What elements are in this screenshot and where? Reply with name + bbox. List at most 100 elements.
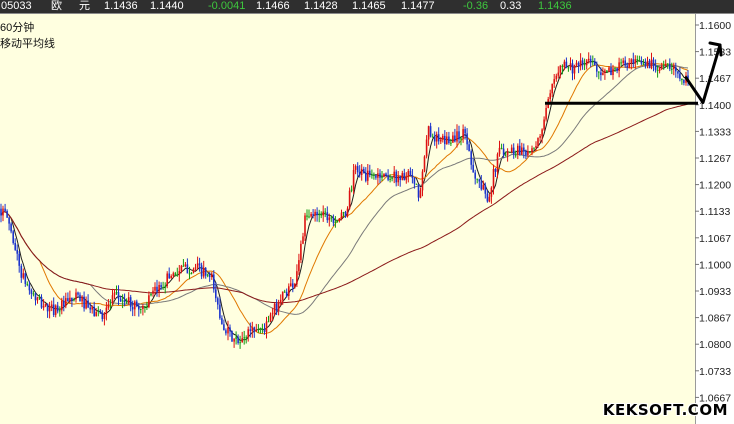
candle-body xyxy=(34,293,37,301)
candle-body xyxy=(223,324,225,331)
candle-body xyxy=(322,211,324,216)
candle xyxy=(231,330,233,342)
quote-bar: 05033 欧 元 1.1436 1.1440 -0.0041 1.1466 1… xyxy=(0,0,734,14)
watermark: KEKSOFT.COM xyxy=(602,401,728,419)
candle-body xyxy=(63,300,65,307)
candle-body xyxy=(281,291,284,300)
quote-value-8: 0.33 xyxy=(500,0,522,12)
candle-body xyxy=(435,134,438,142)
candle-body xyxy=(512,147,515,155)
candle-body xyxy=(375,175,377,178)
candle-body xyxy=(681,78,683,80)
candle-body xyxy=(464,129,466,134)
candle-body xyxy=(338,218,341,221)
candle-body xyxy=(468,144,470,152)
candle-body xyxy=(389,178,391,180)
candle-body xyxy=(306,215,308,217)
candle-body xyxy=(589,58,592,62)
candle-body xyxy=(107,304,110,308)
candle-body xyxy=(269,314,272,322)
candle-body xyxy=(140,309,142,310)
candle-body xyxy=(555,75,558,80)
candle-body xyxy=(211,274,213,277)
candle-body xyxy=(215,289,217,299)
candle-body xyxy=(249,329,252,331)
candle-body xyxy=(650,59,653,69)
candle-body xyxy=(182,265,185,267)
candle-body xyxy=(482,184,485,190)
candle-body xyxy=(213,274,215,290)
candle-body xyxy=(243,337,245,339)
candle-body xyxy=(164,285,166,288)
candle-body xyxy=(508,151,511,153)
candle-body xyxy=(54,305,57,315)
candle-body xyxy=(174,273,177,275)
candle-body xyxy=(466,133,468,145)
candle-body xyxy=(350,189,353,191)
candle-body xyxy=(450,142,452,144)
candle-body xyxy=(640,61,643,64)
candle xyxy=(423,155,426,173)
candle-body xyxy=(32,293,35,295)
candle-body xyxy=(38,297,41,298)
candle-body xyxy=(142,306,144,309)
candle-body xyxy=(105,307,108,315)
candle-body xyxy=(310,214,312,217)
candle-body xyxy=(431,136,434,138)
y-tick-label: 1.0733 xyxy=(699,366,731,378)
quote-value-6: 1.1477 xyxy=(401,0,435,12)
candle-body xyxy=(583,64,586,66)
candle-body xyxy=(658,68,661,71)
candle-body xyxy=(217,298,219,305)
candle-body xyxy=(4,208,6,211)
candle-body xyxy=(233,338,235,342)
candle-body xyxy=(219,304,221,319)
candle-body xyxy=(581,60,584,65)
candle-body xyxy=(344,212,347,217)
candle-body xyxy=(551,83,553,94)
candle-body xyxy=(373,174,375,176)
candle-body xyxy=(456,131,458,142)
candle xyxy=(383,173,385,178)
candle-body xyxy=(480,181,483,190)
candle-body xyxy=(184,264,187,267)
candle-body xyxy=(425,139,428,157)
candle-body xyxy=(115,292,118,294)
candle-body xyxy=(28,284,31,291)
candle-body xyxy=(600,72,602,75)
candle-body xyxy=(117,292,120,299)
candle-body xyxy=(452,135,454,143)
candle-body xyxy=(383,173,385,177)
candle-body xyxy=(109,303,112,305)
candle-body xyxy=(318,214,320,216)
candle-body xyxy=(679,73,681,79)
candle-body xyxy=(379,173,381,178)
candle-body xyxy=(119,298,122,302)
candle-body xyxy=(563,61,566,68)
quote-name-2: 元 xyxy=(79,0,90,12)
candle-body xyxy=(239,342,241,344)
candle-body xyxy=(253,327,256,332)
candle-body xyxy=(8,217,10,224)
candle-body xyxy=(125,302,128,304)
candle-body xyxy=(65,298,67,307)
candle-body xyxy=(454,135,456,142)
candle-body xyxy=(79,294,81,302)
candle-body xyxy=(46,303,49,312)
candle-body xyxy=(154,286,156,291)
quote-value-1: 1.1436 xyxy=(104,0,138,12)
candle-body xyxy=(673,67,675,69)
candle-body xyxy=(14,243,16,250)
candle-body xyxy=(642,63,645,65)
candle-body xyxy=(523,147,525,152)
candle-body xyxy=(543,119,545,130)
candle-body xyxy=(517,145,519,155)
candle-body xyxy=(506,151,509,155)
quote-change-percent: -0.36 xyxy=(463,0,489,12)
candle-body xyxy=(346,208,349,217)
candle-body xyxy=(437,134,440,142)
candle-body xyxy=(22,273,25,278)
quote-value-3: 1.1466 xyxy=(256,0,290,12)
candle-body xyxy=(354,166,357,170)
candle-body xyxy=(559,65,562,73)
